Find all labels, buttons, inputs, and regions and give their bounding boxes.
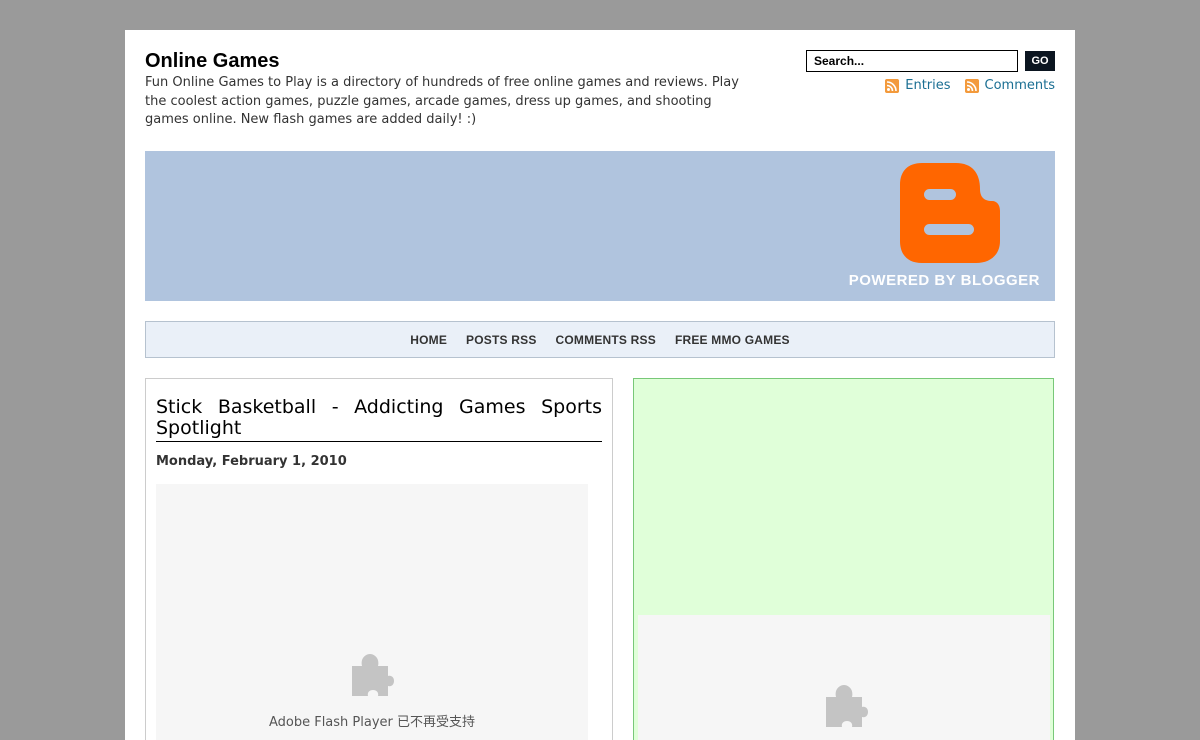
nav-item-home[interactable]: HOME	[410, 333, 447, 347]
post-date: Monday, February 1, 2010	[156, 454, 347, 469]
comments-feed-link[interactable]: Comments	[964, 78, 1055, 93]
blogger-logo-icon	[900, 163, 1000, 263]
post-card: Stick Basketball - Addicting Games Sport…	[145, 378, 613, 740]
main-nav: HOME POSTS RSS COMMENTS RSS FREE MMO GAM…	[145, 321, 1055, 358]
search-input[interactable]	[806, 50, 1018, 72]
entries-feed-link[interactable]: Entries	[885, 78, 951, 93]
search-go-button[interactable]: GO	[1025, 51, 1055, 71]
flash-unsupported-message: Adobe Flash Player 已不再受支持	[268, 715, 476, 730]
nav-item-comments-rss[interactable]: COMMENTS RSS	[556, 333, 656, 347]
entries-label: Entries	[905, 78, 951, 93]
comments-label: Comments	[984, 78, 1055, 93]
rss-icon	[964, 78, 979, 93]
nav-item-posts-rss[interactable]: POSTS RSS	[466, 333, 536, 347]
post-title[interactable]: Stick Basketball - Addicting Games Sport…	[156, 397, 602, 442]
puzzle-piece-icon	[826, 685, 868, 727]
site-description: Fun Online Games to Play is a directory …	[145, 75, 739, 127]
flash-embed-placeholder[interactable]: Adobe Flash Player 已不再受支持	[156, 484, 588, 740]
feed-links: Entries Comments	[885, 78, 1055, 93]
page-container: Online Games Fun Online Games to Play is…	[125, 30, 1075, 740]
header-banner[interactable]: POWERED BY BLOGGER	[145, 151, 1055, 301]
site-title[interactable]: Online Games	[145, 50, 280, 72]
sidebar-ad-panel	[633, 378, 1054, 740]
powered-by-blogger-text: POWERED BY BLOGGER	[848, 272, 1040, 289]
puzzle-piece-icon	[352, 654, 394, 696]
rss-icon	[885, 78, 900, 93]
sidebar-flash-placeholder[interactable]	[638, 615, 1050, 740]
nav-item-free-mmo-games[interactable]: FREE MMO GAMES	[675, 333, 790, 347]
